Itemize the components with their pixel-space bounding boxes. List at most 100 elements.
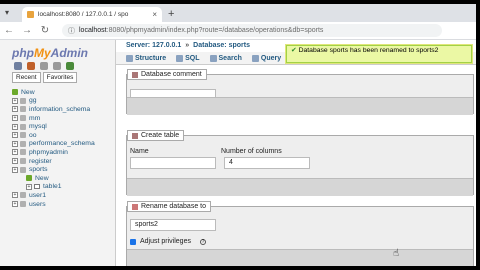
address-bar[interactable]: ⓘ localhost:8080/phpmyadmin/index.php?ro…	[62, 24, 442, 37]
sidebar-item-label: information_schema	[29, 105, 91, 113]
site-info-icon[interactable]: ⓘ	[68, 26, 75, 36]
sidebar-item-label: sports	[29, 166, 48, 174]
expand-icon[interactable]: +	[26, 183, 32, 190]
expand-icon[interactable]: +	[12, 132, 18, 139]
sidebar-item-label: register	[29, 157, 52, 165]
logo-php: php	[12, 46, 34, 60]
sidebar-item[interactable]: + information_schema	[12, 105, 95, 114]
expand-icon[interactable]: +	[12, 201, 18, 208]
database-comment-legend: Database comment	[127, 69, 207, 80]
logout-icon[interactable]	[27, 62, 35, 70]
create-table-section: Create table Name Number of columns 4	[126, 130, 474, 196]
adjust-privileges-label: Adjust privileges	[140, 238, 191, 245]
database-icon	[20, 123, 26, 130]
tab-close-icon[interactable]: ×	[152, 10, 157, 19]
quick-icons	[14, 62, 74, 70]
structure-icon	[126, 54, 133, 62]
rename-footer	[127, 249, 473, 266]
favorites-tab[interactable]: Favorites	[42, 72, 78, 83]
sidebar-item[interactable]: + user1	[12, 191, 95, 200]
table-name-label: Name	[130, 148, 149, 155]
create-table-legend: Create table	[127, 130, 185, 141]
tab-sql[interactable]: SQL	[176, 54, 200, 62]
database-icon	[20, 149, 26, 156]
sidebar-item[interactable]: + gg	[12, 97, 95, 106]
navigation-panel: phpMyAdmin Recent Favorites New + gg + infor…	[0, 40, 116, 266]
home-icon[interactable]	[14, 62, 22, 70]
expand-icon[interactable]: +	[12, 140, 18, 147]
database-comment-section: Database comment	[126, 69, 474, 115]
docs-icon[interactable]	[40, 62, 48, 70]
sidebar-item[interactable]: + performance_schema	[12, 140, 95, 149]
sidebar-item-label: table1	[43, 183, 62, 191]
new-tab-button[interactable]: +	[168, 8, 174, 20]
recent-favorites-tabs: Recent Favorites	[12, 72, 78, 83]
new-database-name-input[interactable]: sports2	[130, 219, 216, 231]
sidebar-item-label: New	[35, 174, 49, 182]
sidebar-item-label: mysql	[29, 123, 47, 131]
success-notice: ✔ Database sports has been renamed to sp…	[286, 45, 472, 63]
comment-footer	[127, 97, 473, 115]
adjust-privileges-checkbox[interactable]	[130, 239, 136, 245]
navigation-bar: ← → ↻ ⓘ localhost:8080/phpmyadmin/index.…	[0, 22, 476, 40]
sidebar-item[interactable]: New	[12, 88, 95, 97]
settings-icon[interactable]	[53, 62, 61, 70]
sidebar-item[interactable]: + users	[12, 200, 95, 209]
sidebar-item[interactable]: + mm	[12, 114, 95, 123]
table-name-input[interactable]	[130, 157, 216, 169]
sidebar-item[interactable]: + phpmyadmin	[12, 148, 95, 157]
tab-structure[interactable]: Structure	[126, 54, 167, 62]
tab-search[interactable]: Search	[209, 54, 242, 62]
database-icon	[20, 201, 26, 208]
sidebar-item[interactable]: + sports	[12, 165, 95, 174]
sidebar-item[interactable]: + table1	[12, 183, 95, 192]
phpmyadmin-logo[interactable]: phpMyAdmin	[12, 46, 88, 60]
expand-icon[interactable]: +	[12, 115, 18, 122]
sidebar-item[interactable]: New	[12, 174, 95, 183]
new-database-icon	[12, 89, 18, 96]
breadcrumb-server[interactable]: Server: 127.0.0.1	[126, 42, 181, 51]
sidebar-item-label: gg	[29, 97, 37, 105]
edit-icon	[132, 203, 138, 210]
create-table-footer	[127, 178, 473, 196]
comment-icon	[132, 71, 138, 78]
back-button[interactable]: ←	[0, 25, 18, 36]
reload-nav-icon[interactable]	[66, 62, 74, 70]
browser-tab[interactable]: localhost:8080 / 127.0.0.1 / spo ×	[22, 7, 162, 22]
notice-text: Database sports has been renamed to spor…	[298, 47, 439, 54]
recent-tab[interactable]: Recent	[12, 72, 41, 83]
rename-database-title: Rename database to	[141, 203, 206, 210]
expand-icon[interactable]: +	[12, 166, 18, 173]
database-comment-title: Database comment	[141, 71, 202, 78]
breadcrumb-database[interactable]: Database: sports	[193, 42, 250, 51]
sidebar-item-label: mm	[29, 114, 41, 122]
expand-icon[interactable]: +	[12, 192, 18, 199]
url-host: localhost	[79, 27, 107, 34]
database-icon	[20, 192, 26, 199]
sql-icon	[176, 54, 184, 62]
tab-search-icon[interactable]: ▾	[5, 8, 9, 17]
sidebar-item[interactable]: + oo	[12, 131, 95, 140]
expand-icon[interactable]: +	[12, 158, 18, 165]
browser-window: ▾ localhost:8080 / 127.0.0.1 / spo × + ←…	[0, 4, 476, 266]
expand-icon[interactable]: +	[12, 149, 18, 156]
tab-search-label: Search	[218, 54, 242, 62]
expand-icon[interactable]: +	[12, 97, 18, 104]
columns-label: Number of columns	[221, 148, 282, 155]
search-icon	[209, 54, 217, 62]
check-icon: ✔	[291, 47, 297, 54]
columns-input[interactable]: 4	[224, 157, 310, 169]
database-icon	[20, 132, 26, 139]
tab-query[interactable]: Query	[251, 54, 281, 62]
forward-button[interactable]: →	[18, 25, 36, 36]
sidebar-item[interactable]: + mysql	[12, 122, 95, 131]
reload-button[interactable]: ↻	[36, 25, 54, 36]
expand-icon[interactable]: +	[12, 106, 18, 113]
url-text: localhost:8080/phpmyadmin/index.php?rout…	[79, 27, 323, 34]
sidebar-item-label: phpmyadmin	[29, 148, 68, 156]
expand-icon[interactable]: +	[12, 123, 18, 130]
operations-content: Database comment Create table Name Numbe…	[116, 66, 476, 266]
help-icon[interactable]: ?	[200, 239, 206, 245]
tab-structure-label: Structure	[135, 54, 167, 62]
sidebar-item[interactable]: + register	[12, 157, 95, 166]
